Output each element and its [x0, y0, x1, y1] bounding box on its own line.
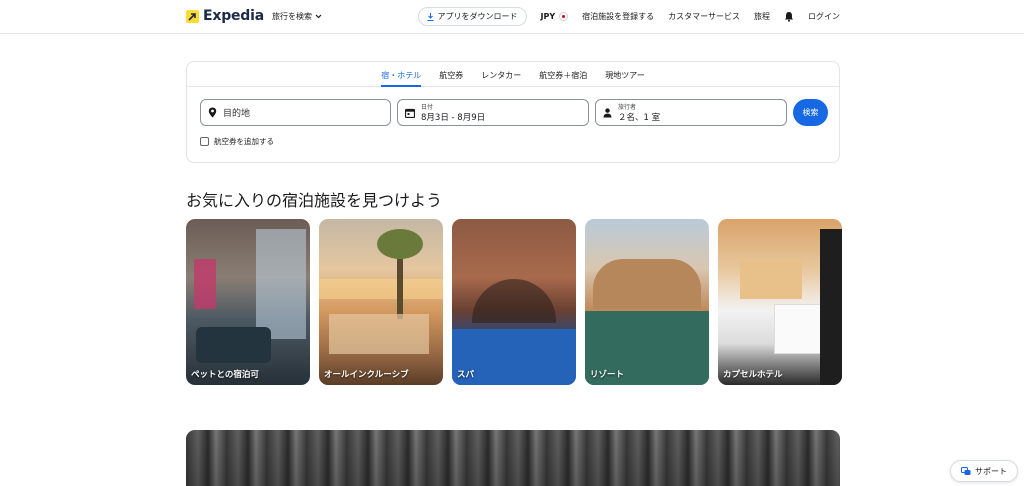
- add-flight-checkbox[interactable]: [200, 137, 209, 146]
- person-icon: [603, 107, 612, 117]
- support-button[interactable]: サポート: [950, 460, 1018, 482]
- category-card-all-inclusive[interactable]: オールインクルーシブ: [319, 219, 443, 385]
- travelers-field[interactable]: 旅行者 ２名、1 室: [595, 99, 787, 126]
- customer-service-link[interactable]: カスタマーサービス: [668, 11, 740, 22]
- category-card-spa[interactable]: スパ: [452, 219, 576, 385]
- search-tabs: 宿・ホテル 航空券 レンタカー 航空券＋宿泊 現地ツアー: [187, 62, 839, 87]
- trip-search-menu[interactable]: 旅行を検索: [272, 11, 322, 22]
- app-download-button[interactable]: アプリをダウンロード: [417, 7, 527, 26]
- japan-flag-icon: [559, 12, 569, 21]
- trip-search-label: 旅行を検索: [272, 12, 312, 21]
- tab-packages[interactable]: 航空券＋宿泊: [539, 62, 587, 87]
- category-label: ペットとの宿泊可: [191, 370, 259, 380]
- category-label: カプセルホテル: [723, 370, 783, 380]
- support-label: サポート: [975, 466, 1007, 476]
- top-header: Expedia 旅行を検索 アプリをダウンロード JPY 宿泊施設を登録する カ…: [0, 0, 1024, 34]
- category-card-pets[interactable]: ペットとの宿泊可: [186, 219, 310, 385]
- currency-label: JPY: [540, 12, 556, 21]
- tab-cars[interactable]: レンタカー: [481, 62, 521, 87]
- promo-banner-image[interactable]: [186, 430, 840, 486]
- category-card-capsule[interactable]: カプセルホテル: [718, 219, 842, 385]
- category-cards: ペットとの宿泊可 オールインクルーシブ スパ リゾート カプセルホテル: [186, 219, 842, 385]
- date-label: 日付: [421, 104, 434, 111]
- add-flight-option[interactable]: 航空券を追加する: [200, 136, 274, 147]
- download-icon: [427, 12, 434, 21]
- login-link[interactable]: ログイン: [808, 11, 840, 22]
- currency-selector[interactable]: JPY: [541, 12, 569, 21]
- tab-flights[interactable]: 航空券: [439, 62, 463, 87]
- chat-icon: [961, 466, 971, 475]
- logo-text: Expedia: [203, 8, 264, 24]
- destination-field[interactable]: 目的地: [200, 99, 391, 126]
- search-button[interactable]: 検索: [793, 99, 828, 126]
- chevron-down-icon: [315, 14, 322, 19]
- category-card-resort[interactable]: リゾート: [585, 219, 709, 385]
- list-property-link[interactable]: 宿泊施設を登録する: [582, 11, 654, 22]
- travelers-label: 旅行者: [618, 104, 637, 111]
- app-download-label: アプリをダウンロード: [437, 12, 518, 21]
- calendar-icon: [405, 108, 415, 118]
- tab-stays[interactable]: 宿・ホテル: [381, 62, 422, 87]
- category-label: オールインクルーシブ: [324, 370, 409, 380]
- search-panel: 宿・ホテル 航空券 レンタカー 航空券＋宿泊 現地ツアー 目的地 日付 8月3日…: [186, 61, 840, 163]
- bell-icon[interactable]: [784, 11, 794, 22]
- trips-link[interactable]: 旅程: [754, 11, 770, 22]
- location-pin-icon: [208, 107, 217, 118]
- tab-activities[interactable]: 現地ツアー: [605, 62, 645, 87]
- travelers-value: ２名、1 室: [618, 113, 661, 123]
- add-flight-label: 航空券を追加する: [214, 137, 274, 146]
- destination-placeholder: 目的地: [223, 109, 251, 119]
- section-title: お気に入りの宿泊施設を見つけよう: [186, 191, 443, 210]
- date-value: 8月3日 - 8月9日: [421, 113, 486, 123]
- date-field[interactable]: 日付 8月3日 - 8月9日: [397, 99, 589, 126]
- logo-arrow-icon: [186, 9, 199, 23]
- category-label: リゾート: [590, 370, 625, 380]
- expedia-logo[interactable]: Expedia: [186, 8, 264, 24]
- category-label: スパ: [457, 370, 475, 380]
- header-nav: アプリをダウンロード JPY 宿泊施設を登録する カスタマーサービス 旅程 ログ…: [417, 7, 840, 26]
